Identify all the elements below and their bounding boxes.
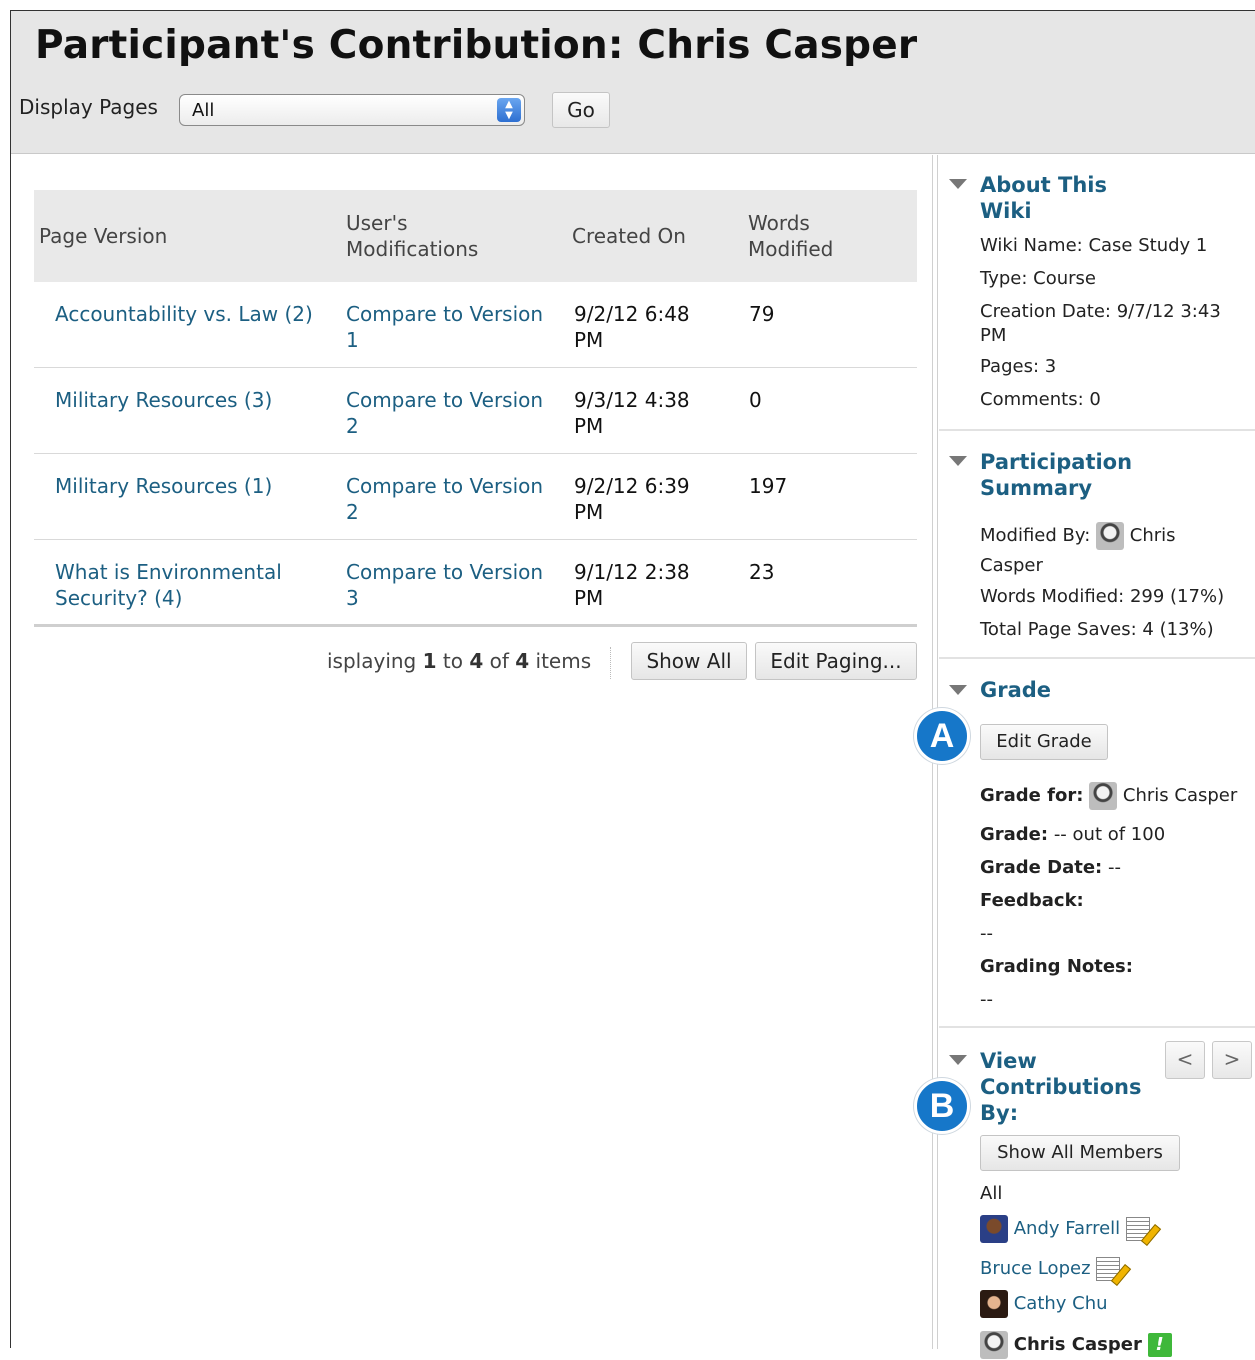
member-all-link[interactable]: All	[980, 1182, 1002, 1206]
words-modified-summary: Words Modified: 299 (17%)	[980, 586, 1225, 607]
page-version-link[interactable]: Accountability vs. Law (2)	[55, 301, 325, 327]
compare-link[interactable]: Compare to Version 3	[346, 559, 556, 611]
avatar	[980, 1331, 1008, 1359]
next-member-button[interactable]: >	[1212, 1041, 1252, 1079]
participation-summary-title[interactable]: Participation Summary	[980, 449, 1160, 501]
wiki-name: Wiki Name: Case Study 1	[980, 235, 1208, 256]
edit-notes-icon	[1125, 1217, 1150, 1241]
table-row: Accountability vs. Law (2) Compare to Ve…	[34, 282, 917, 368]
grading-notes-value: --	[980, 989, 993, 1010]
created-on: 9/2/12 6:39 PM	[574, 474, 690, 524]
edit-grade-button[interactable]: Edit Grade	[980, 724, 1108, 760]
paging-bar: isplaying 1 to 4 of 4 items Show All Edi…	[34, 641, 917, 691]
edit-notes-icon	[1096, 1257, 1121, 1281]
created-on: 9/2/12 6:48 PM	[574, 302, 690, 352]
about-wiki-title[interactable]: About This Wiki	[980, 172, 1140, 224]
modified-by: Modified By: Chris Casper	[980, 521, 1230, 581]
page-header: Participant's Contribution: Chris Casper…	[11, 11, 1255, 154]
collapse-triangle-icon[interactable]	[949, 456, 967, 466]
show-all-members-button[interactable]: Show All Members	[980, 1135, 1180, 1171]
page-version-link[interactable]: Military Resources (3)	[55, 387, 325, 413]
display-pages-select[interactable]: All ▲ ▼	[179, 94, 525, 126]
member-link[interactable]: Bruce Lopez	[980, 1258, 1091, 1279]
feedback-label: Feedback:	[980, 890, 1084, 911]
wiki-creation-date: Creation Date: 9/7/12 3:43 PM	[980, 301, 1221, 346]
avatar	[1096, 522, 1125, 550]
avatar	[980, 1290, 1008, 1318]
page-frame: Participant's Contribution: Chris Casper…	[10, 10, 1255, 1359]
avatar	[980, 1215, 1008, 1243]
paging-status: isplaying 1 to 4 of 4 items	[327, 649, 592, 673]
callout-badge-a: A	[914, 708, 970, 764]
feedback-value: --	[980, 923, 993, 944]
compare-link[interactable]: Compare to Version 1	[346, 301, 556, 353]
table-header: Page Version User's Modifications Create…	[34, 190, 917, 282]
grade-date: Grade Date: --	[980, 857, 1121, 878]
page-version-link[interactable]: What is Environmental Security? (4)	[55, 559, 325, 611]
wiki-type: Type: Course	[980, 268, 1096, 289]
created-on: 9/1/12 2:38 PM	[574, 560, 690, 610]
table-row: Military Resources (3) Compare to Versio…	[34, 368, 917, 454]
section-divider	[939, 657, 1255, 659]
previous-member-button[interactable]: <	[1165, 1041, 1205, 1079]
member-link[interactable]: Andy Farrell	[1014, 1218, 1120, 1239]
col-user-modifications[interactable]: User's Modifications	[346, 210, 496, 262]
callout-badge-b: B	[914, 1078, 970, 1134]
section-divider	[939, 429, 1255, 431]
contributions-table: Page Version User's Modifications Create…	[34, 190, 917, 627]
words-modified: 197	[749, 474, 788, 498]
view-contributions-title[interactable]: View Contributions By:	[980, 1048, 1141, 1126]
wiki-comments: Comments: 0	[980, 389, 1101, 410]
member-item: Bruce Lopez	[980, 1254, 1121, 1284]
member-item: Cathy Chu	[980, 1289, 1108, 1319]
grade-for: Grade for: Chris Casper	[980, 781, 1237, 811]
col-created-on[interactable]: Created On	[572, 223, 686, 249]
table-row: What is Environmental Security? (4) Comp…	[34, 540, 917, 627]
sidebar: About This Wiki Wiki Name: Case Study 1 …	[914, 155, 1255, 1359]
collapse-triangle-icon[interactable]	[949, 685, 967, 695]
member-item: Andy Farrell	[980, 1214, 1150, 1244]
grade-value: Grade: -- out of 100	[980, 824, 1166, 845]
go-button[interactable]: Go	[552, 92, 610, 128]
collapse-triangle-icon[interactable]	[949, 179, 967, 189]
words-modified: 79	[749, 302, 775, 326]
paging-divider	[610, 647, 611, 679]
col-page-version[interactable]: Page Version	[39, 223, 167, 249]
avatar	[1089, 782, 1118, 810]
wiki-pages: Pages: 3	[980, 356, 1057, 377]
col-words-modified[interactable]: Words Modified	[748, 210, 848, 262]
grading-notes-label: Grading Notes:	[980, 956, 1133, 977]
display-pages-label: Display Pages	[19, 95, 158, 119]
words-modified: 23	[749, 560, 775, 584]
member-link[interactable]: Cathy Chu	[1014, 1293, 1108, 1314]
page-version-link[interactable]: Military Resources (1)	[55, 473, 325, 499]
needs-grading-icon: !	[1147, 1333, 1172, 1357]
member-item-current: Chris Casper !	[980, 1330, 1172, 1360]
show-all-button[interactable]: Show All	[631, 642, 747, 680]
display-pages-value: All	[192, 100, 215, 121]
page-title: Participant's Contribution: Chris Casper	[35, 23, 918, 68]
total-page-saves: Total Page Saves: 4 (13%)	[980, 619, 1214, 640]
section-divider	[939, 1026, 1255, 1028]
compare-link[interactable]: Compare to Version 2	[346, 473, 556, 525]
created-on: 9/3/12 4:38 PM	[574, 388, 690, 438]
edit-paging-button[interactable]: Edit Paging...	[755, 642, 917, 680]
grade-title[interactable]: Grade	[980, 677, 1051, 703]
words-modified: 0	[749, 388, 762, 412]
table-row: Military Resources (1) Compare to Versio…	[34, 454, 917, 540]
member-current-name: Chris Casper	[1013, 1334, 1142, 1355]
collapse-triangle-icon[interactable]	[949, 1055, 967, 1065]
compare-link[interactable]: Compare to Version 2	[346, 387, 556, 439]
select-arrows-icon: ▲ ▼	[497, 98, 521, 122]
